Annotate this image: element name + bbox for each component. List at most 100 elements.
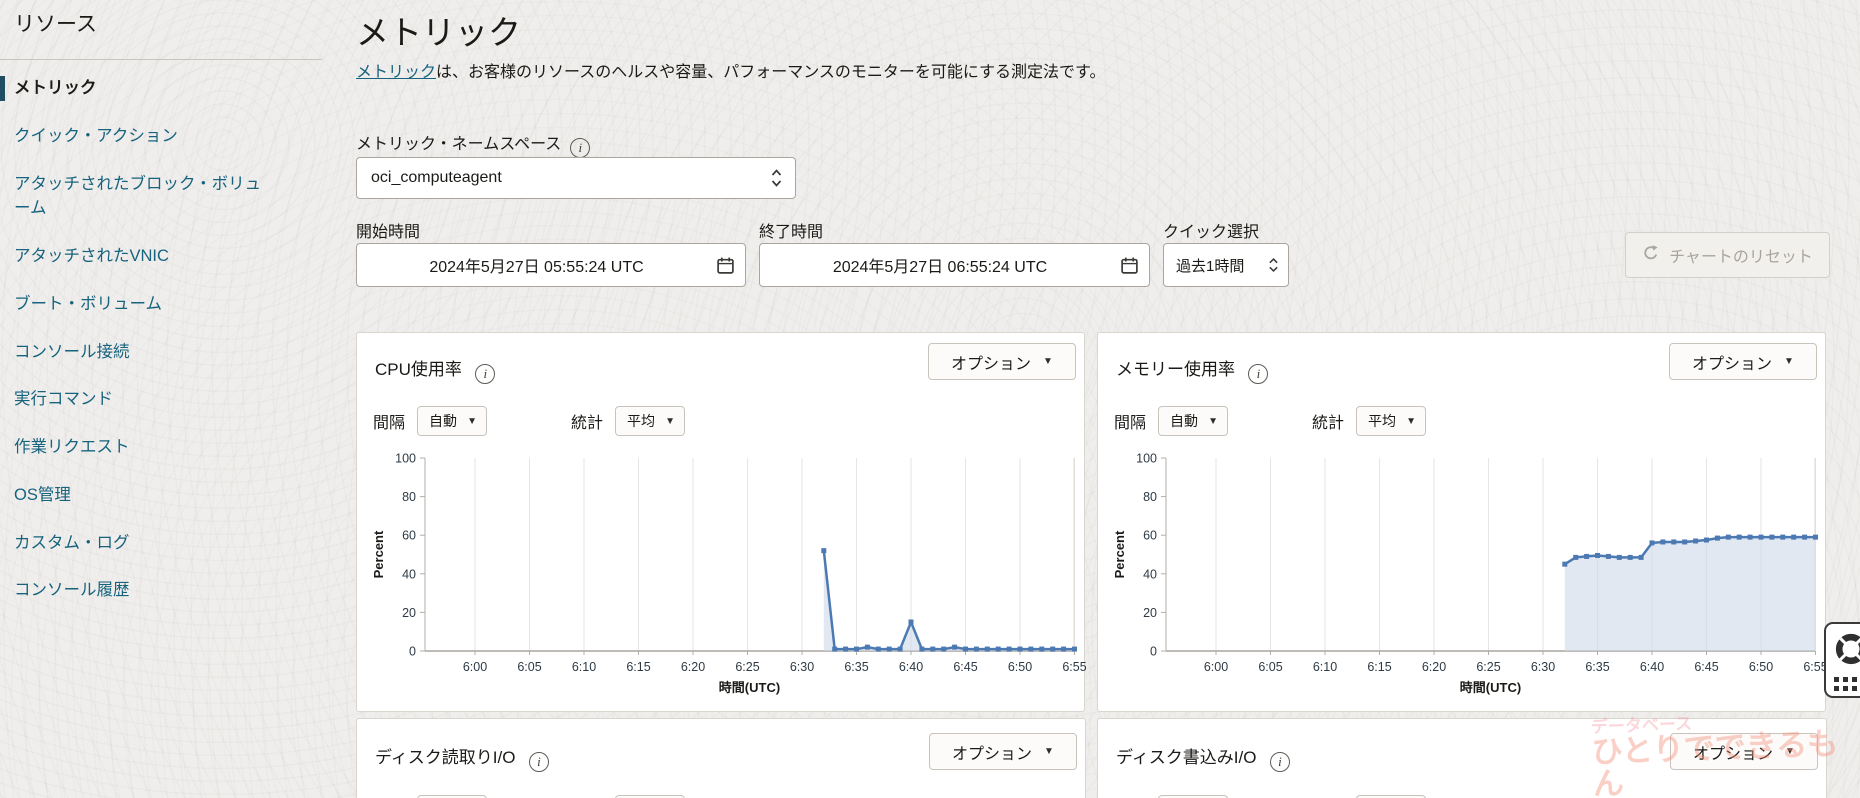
disk-read-card: ディスク読取りI/O i オプション▼ 間隔 自動▼ 統計 平均▼: [356, 718, 1086, 798]
svg-text:6:30: 6:30: [1531, 660, 1555, 674]
sidebar-item[interactable]: 実行コマンド: [0, 387, 272, 412]
card-title: ディスク書込みI/O: [1116, 748, 1256, 767]
options-button[interactable]: オプション▼: [928, 343, 1076, 380]
namespace-value: oci_computeagent: [357, 169, 770, 187]
sidebar-item[interactable]: ブート・ボリューム: [0, 292, 272, 317]
svg-text:時間(UTC): 時間(UTC): [719, 680, 780, 695]
svg-text:6:20: 6:20: [1422, 660, 1446, 674]
svg-text:6:25: 6:25: [1476, 660, 1500, 674]
svg-text:20: 20: [402, 606, 416, 620]
svg-text:100: 100: [395, 452, 416, 466]
card-title: ディスク読取りI/O: [375, 748, 515, 767]
sidebar-item[interactable]: コンソール履歴: [0, 578, 272, 603]
svg-text:6:10: 6:10: [572, 660, 596, 674]
disk-write-card: ディスク書込みI/O i オプション▼ 間隔 自動▼ 統計 平均▼: [1097, 718, 1827, 798]
caret-down-icon: ▼: [1784, 356, 1794, 367]
svg-text:80: 80: [1143, 490, 1157, 504]
sidebar-nav: メトリッククイック・アクションアタッチされたブロック・ボリュームアタッチされたV…: [0, 76, 276, 626]
dots-grid-icon[interactable]: [1834, 677, 1857, 691]
metric-doc-link[interactable]: メトリック: [356, 64, 436, 81]
svg-text:60: 60: [1143, 529, 1157, 543]
svg-text:0: 0: [409, 645, 416, 659]
svg-text:6:15: 6:15: [1367, 660, 1391, 674]
svg-text:0: 0: [1150, 645, 1157, 659]
lifebuoy-icon[interactable]: [1834, 632, 1860, 671]
sidebar-item[interactable]: 作業リクエスト: [0, 435, 272, 460]
sidebar-title: リソース: [14, 8, 97, 38]
sidebar-divider: [0, 59, 322, 60]
info-icon[interactable]: i: [475, 364, 495, 384]
end-time-input[interactable]: 2024年5月27日 06:55:24 UTC: [759, 243, 1150, 287]
start-time-value: 2024年5月27日 05:55:24 UTC: [357, 253, 716, 277]
quick-select-value: 過去1時間: [1164, 255, 1268, 276]
quick-select-label: クイック選択: [1163, 218, 1259, 242]
end-time-value: 2024年5月27日 06:55:24 UTC: [760, 253, 1120, 277]
cpu-usage-chart[interactable]: 6:006:056:106:156:206:256:306:356:406:45…: [357, 443, 1086, 703]
svg-text:Percent: Percent: [371, 530, 386, 578]
options-button[interactable]: オプション▼: [1670, 733, 1818, 770]
chart-controls: 間隔 自動▼ 統計 平均▼: [1114, 406, 1426, 436]
namespace-select[interactable]: oci_computeagent: [356, 157, 796, 199]
stat-select[interactable]: 平均▼: [615, 406, 685, 436]
svg-text:6:35: 6:35: [1585, 660, 1609, 674]
svg-text:6:50: 6:50: [1749, 660, 1773, 674]
caret-down-icon: ▼: [1208, 416, 1218, 427]
svg-text:6:05: 6:05: [517, 660, 541, 674]
info-icon[interactable]: i: [529, 752, 549, 772]
svg-text:6:00: 6:00: [1204, 660, 1228, 674]
memory-usage-chart[interactable]: 6:00 6:05 6:10 6:15 6:20 6:25 6:30 6:35 6:40 6:45…: [1098, 443, 1827, 703]
reset-charts-button[interactable]: チャートのリセット: [1625, 232, 1830, 278]
svg-text:6:05: 6:05: [1258, 660, 1282, 674]
options-button[interactable]: オプション▼: [929, 733, 1077, 770]
oci-metrics-page: リソース メトリッククイック・アクションアタッチされたブロック・ボリュームアタッ…: [0, 0, 1860, 798]
page-title: メトリック: [356, 6, 521, 54]
svg-text:6:00: 6:00: [463, 660, 487, 674]
stat-select[interactable]: 平均▼: [1356, 406, 1426, 436]
cpu-usage-card: CPU使用率 i オプション▼ 間隔 自動▼ 統計 平均▼ 6:006:056:…: [356, 332, 1085, 712]
options-button[interactable]: オプション▼: [1669, 343, 1817, 380]
caret-down-icon: ▼: [1044, 746, 1054, 757]
end-time-label: 終了時間: [759, 218, 823, 242]
info-icon[interactable]: i: [1248, 364, 1268, 384]
info-icon[interactable]: i: [1270, 752, 1290, 772]
caret-down-icon: ▼: [467, 416, 477, 427]
sidebar-item[interactable]: アタッチされたVNIC: [0, 244, 272, 269]
sidebar-item[interactable]: OS管理: [0, 483, 272, 508]
svg-text:6:55: 6:55: [1062, 660, 1086, 674]
caret-down-icon: ▼: [665, 416, 675, 427]
svg-text:40: 40: [402, 567, 416, 581]
interval-select[interactable]: 自動▼: [1158, 406, 1228, 436]
svg-text:6:50: 6:50: [1008, 660, 1032, 674]
interval-select[interactable]: 自動▼: [417, 406, 487, 436]
sidebar-item[interactable]: クイック・アクション: [0, 124, 272, 149]
help-launcher-widget[interactable]: [1824, 622, 1860, 698]
svg-text:6:35: 6:35: [844, 660, 868, 674]
svg-text:6:20: 6:20: [681, 660, 705, 674]
sidebar-item[interactable]: カスタム・ログ: [0, 531, 272, 556]
chevron-updown-icon: [770, 167, 795, 189]
quick-select[interactable]: 過去1時間: [1163, 243, 1289, 287]
svg-text:6:30: 6:30: [790, 660, 814, 674]
svg-text:時間(UTC): 時間(UTC): [1460, 680, 1521, 695]
sidebar-item[interactable]: アタッチされたブロック・ボリューム: [0, 172, 272, 222]
svg-text:6:45: 6:45: [953, 660, 977, 674]
page-description: メトリックは、お客様のリソースのヘルスや容量、パフォーマンスのモニターを可能にす…: [356, 58, 1105, 82]
caret-down-icon: ▼: [1406, 416, 1416, 427]
start-time-label: 開始時間: [356, 218, 420, 242]
svg-text:6:40: 6:40: [899, 660, 923, 674]
description-text: は、お客様のリソースのヘルスや容量、パフォーマンスのモニターを可能にする測定法で…: [436, 64, 1105, 81]
chart-controls: 間隔 自動▼ 統計 平均▼: [373, 406, 685, 436]
svg-text:6:10: 6:10: [1313, 660, 1337, 674]
start-time-input[interactable]: 2024年5月27日 05:55:24 UTC: [356, 243, 746, 287]
svg-text:6:15: 6:15: [626, 660, 650, 674]
sidebar-item[interactable]: コンソール接続: [0, 340, 272, 365]
sidebar-item[interactable]: メトリック: [0, 76, 272, 101]
svg-text:100: 100: [1136, 452, 1157, 466]
calendar-icon[interactable]: [716, 256, 745, 275]
svg-text:6:45: 6:45: [1694, 660, 1718, 674]
card-title: メモリー使用率: [1116, 360, 1235, 379]
svg-text:6:40: 6:40: [1640, 660, 1664, 674]
namespace-info-icon[interactable]: i: [570, 138, 590, 158]
calendar-icon[interactable]: [1120, 256, 1149, 275]
svg-text:40: 40: [1143, 567, 1157, 581]
